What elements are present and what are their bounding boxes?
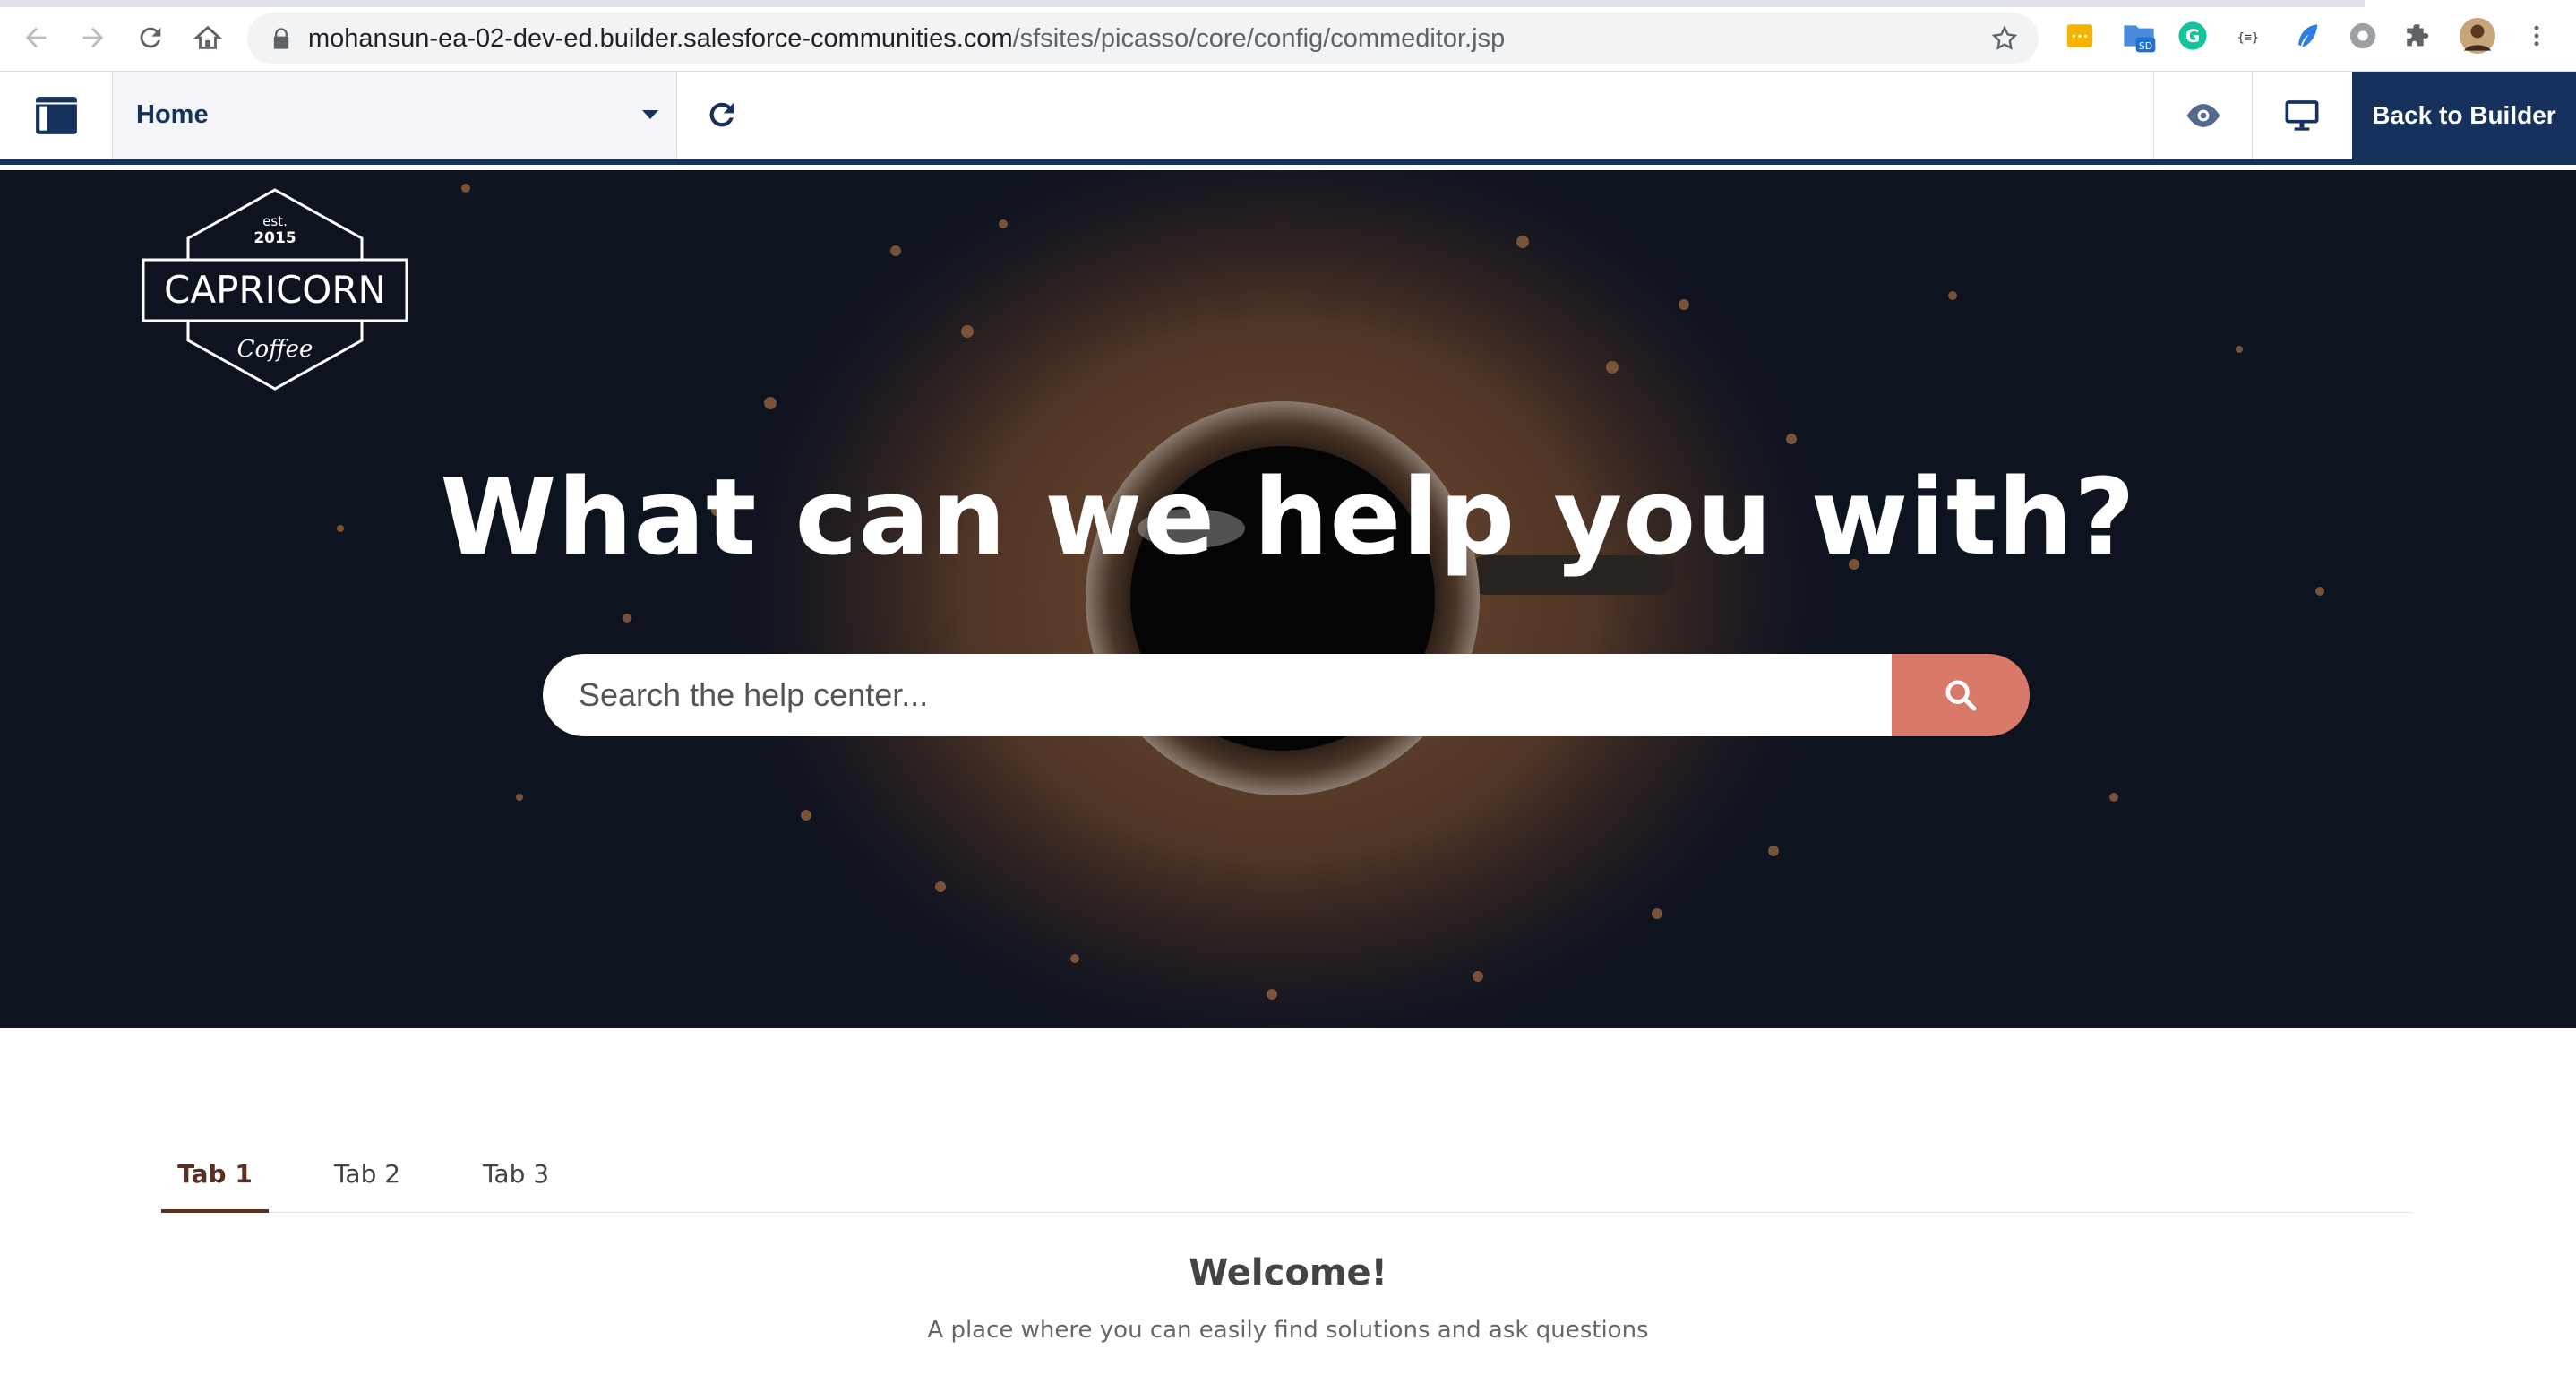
hero-banner: est. 2015 CAPRICORN Coffee What can we h… — [0, 170, 2576, 1028]
tab-3[interactable]: Tab 3 — [462, 1159, 570, 1213]
svg-text:est.: est. — [262, 213, 288, 229]
tab-strip — [0, 0, 2365, 7]
profile-avatar[interactable] — [2460, 18, 2495, 54]
content-tabs: Tab 1 Tab 2 Tab 3 — [161, 1138, 2413, 1213]
home-icon[interactable] — [190, 20, 226, 56]
search-icon — [1945, 680, 1977, 711]
address-bar[interactable]: mohansun-ea-02-dev-ed.builder.salesforce… — [247, 13, 2039, 64]
svg-text:CAPRICORN: CAPRICORN — [164, 268, 386, 312]
desktop-monitor-icon[interactable] — [2252, 72, 2350, 159]
search-button[interactable] — [1892, 654, 2030, 736]
search-bar — [543, 654, 2030, 736]
extension-keys-icon[interactable]: ••• — [2062, 18, 2098, 54]
extension-folder-sd-icon[interactable]: SD — [2121, 18, 2157, 54]
url-text: mohansun-ea-02-dev-ed.builder.salesforce… — [308, 24, 1506, 53]
browser-toolbar: mohansun-ea-02-dev-ed.builder.salesforce… — [0, 0, 2576, 72]
layout-icon[interactable] — [0, 72, 113, 159]
svg-text:•••: ••• — [2071, 30, 2089, 42]
extension-settings-icon[interactable] — [2345, 18, 2381, 54]
tab-2[interactable]: Tab 2 — [313, 1159, 421, 1213]
tab-1[interactable]: Tab 1 — [161, 1159, 269, 1213]
preview-eye-icon[interactable] — [2153, 72, 2252, 159]
bookmark-star-icon[interactable] — [1990, 24, 2019, 53]
hero-headline: What can we help you with? — [440, 455, 2136, 579]
svg-text:G: G — [2185, 26, 2200, 47]
browser-menu-icon[interactable] — [2519, 18, 2555, 54]
back-to-builder-button[interactable]: Back to Builder — [2352, 72, 2576, 159]
extension-feather-icon[interactable] — [2289, 18, 2325, 54]
builder-preview-toolbar: Home Back to Builder — [0, 72, 2576, 165]
extension-grammarly-icon[interactable]: G — [2175, 18, 2211, 54]
svg-text:2015: 2015 — [253, 229, 296, 247]
capricorn-coffee-logo: est. 2015 CAPRICORN Coffee — [142, 188, 408, 391]
extension-json-icon[interactable]: {≡} — [2230, 18, 2266, 54]
svg-text:SD: SD — [2139, 40, 2152, 52]
extensions-puzzle-icon[interactable] — [2400, 18, 2436, 54]
search-input[interactable] — [543, 654, 1893, 736]
chevron-down-icon — [642, 110, 658, 119]
welcome-tagline: A place where you can easily find soluti… — [927, 1317, 1649, 1344]
back-arrow-icon[interactable] — [18, 20, 54, 56]
welcome-heading: Welcome! — [1189, 1252, 1387, 1293]
reload-icon[interactable] — [133, 20, 168, 56]
svg-text:{≡}: {≡} — [2237, 30, 2259, 45]
page-selector[interactable]: Home — [113, 72, 677, 159]
refresh-icon[interactable] — [704, 97, 740, 133]
lock-icon — [273, 28, 289, 49]
svg-text:Coffee: Coffee — [237, 336, 313, 363]
forward-arrow-icon[interactable] — [75, 20, 111, 56]
page-selector-label: Home — [136, 100, 209, 129]
